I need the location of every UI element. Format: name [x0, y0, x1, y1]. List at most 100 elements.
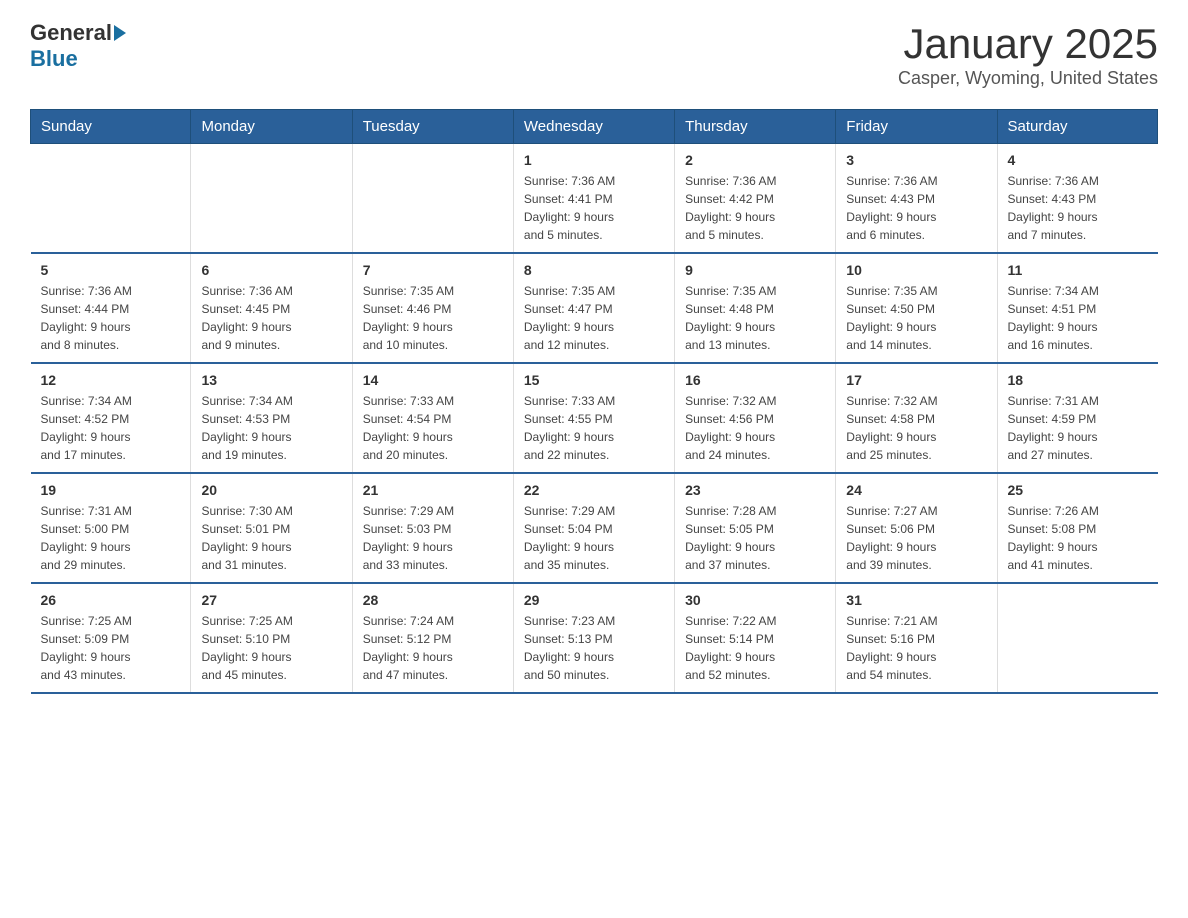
- calendar-header-row: SundayMondayTuesdayWednesdayThursdayFrid…: [31, 110, 1158, 144]
- day-info: Sunrise: 7:34 AMSunset: 4:53 PMDaylight:…: [201, 392, 341, 464]
- day-number: 27: [201, 592, 341, 608]
- day-number: 26: [41, 592, 181, 608]
- calendar-cell: 9Sunrise: 7:35 AMSunset: 4:48 PMDaylight…: [675, 253, 836, 363]
- calendar-cell: 18 Sunrise: 7:31 AMSunset: 4:59 PMDayligh…: [997, 363, 1158, 473]
- day-number: 2: [685, 152, 825, 168]
- weekday-header-wednesday: Wednesday: [513, 110, 674, 144]
- day-number: 20: [201, 482, 341, 498]
- day-info: Sunrise: 7:28 AMSunset: 5:05 PMDaylight:…: [685, 502, 825, 574]
- calendar-cell: 19 Sunrise: 7:31 AMSunset: 5:00 PMDayligh…: [31, 473, 191, 583]
- day-number: 22: [524, 482, 664, 498]
- day-info: Sunrise: 7:35 AMSunset: 4:50 PMDaylight:…: [846, 282, 986, 354]
- calendar-cell: 6Sunrise: 7:36 AMSunset: 4:45 PMDaylight…: [191, 253, 352, 363]
- day-info: Sunrise: 7:36 AMSunset: 4:43 PMDaylight:…: [1008, 172, 1148, 244]
- day-info: Sunrise: 7:23 AMSunset: 5:13 PMDaylight:…: [524, 612, 664, 684]
- calendar-subtitle: Casper, Wyoming, United States: [898, 68, 1158, 89]
- calendar-cell: [997, 583, 1158, 693]
- day-number: 10: [846, 262, 986, 278]
- calendar-cell: 23 Sunrise: 7:28 AMSunset: 5:05 PMDayligh…: [675, 473, 836, 583]
- day-info: Sunrise: 7:33 AMSunset: 4:55 PMDaylight:…: [524, 392, 664, 464]
- day-info: Sunrise: 7:29 AMSunset: 5:04 PMDaylight:…: [524, 502, 664, 574]
- logo-blue-text: Blue: [30, 46, 78, 71]
- day-number: 30: [685, 592, 825, 608]
- calendar-cell: 5Sunrise: 7:36 AMSunset: 4:44 PMDaylight…: [31, 253, 191, 363]
- calendar-cell: 7Sunrise: 7:35 AMSunset: 4:46 PMDaylight…: [352, 253, 513, 363]
- weekday-header-saturday: Saturday: [997, 110, 1158, 144]
- day-number: 4: [1008, 152, 1148, 168]
- weekday-header-thursday: Thursday: [675, 110, 836, 144]
- calendar-cell: 11Sunrise: 7:34 AMSunset: 4:51 PMDayligh…: [997, 253, 1158, 363]
- day-info: Sunrise: 7:36 AMSunset: 4:44 PMDaylight:…: [41, 282, 181, 354]
- calendar-cell: 1 Sunrise: 7:36 AMSunset: 4:41 PMDaylight…: [513, 144, 674, 254]
- day-info: Sunrise: 7:25 AMSunset: 5:09 PMDaylight:…: [41, 612, 181, 684]
- calendar-cell: 24Sunrise: 7:27 AMSunset: 5:06 PMDayligh…: [836, 473, 997, 583]
- weekday-header-tuesday: Tuesday: [352, 110, 513, 144]
- day-number: 15: [524, 372, 664, 388]
- day-info: Sunrise: 7:36 AMSunset: 4:43 PMDaylight:…: [846, 172, 986, 244]
- weekday-header-monday: Monday: [191, 110, 352, 144]
- calendar-cell: [352, 144, 513, 254]
- day-info: Sunrise: 7:22 AMSunset: 5:14 PMDaylight:…: [685, 612, 825, 684]
- day-number: 8: [524, 262, 664, 278]
- day-info: Sunrise: 7:21 AMSunset: 5:16 PMDaylight:…: [846, 612, 986, 684]
- calendar-cell: 17 Sunrise: 7:32 AMSunset: 4:58 PMDayligh…: [836, 363, 997, 473]
- calendar-cell: 14Sunrise: 7:33 AMSunset: 4:54 PMDayligh…: [352, 363, 513, 473]
- calendar-cell: 13 Sunrise: 7:34 AMSunset: 4:53 PMDayligh…: [191, 363, 352, 473]
- day-number: 3: [846, 152, 986, 168]
- day-number: 1: [524, 152, 664, 168]
- day-number: 6: [201, 262, 341, 278]
- calendar-cell: 20Sunrise: 7:30 AMSunset: 5:01 PMDayligh…: [191, 473, 352, 583]
- calendar-cell: 10 Sunrise: 7:35 AMSunset: 4:50 PMDayligh…: [836, 253, 997, 363]
- calendar-cell: 21 Sunrise: 7:29 AMSunset: 5:03 PMDayligh…: [352, 473, 513, 583]
- logo: General Blue: [30, 20, 126, 72]
- day-info: Sunrise: 7:31 AMSunset: 4:59 PMDaylight:…: [1008, 392, 1148, 464]
- day-number: 21: [363, 482, 503, 498]
- day-info: Sunrise: 7:24 AMSunset: 5:12 PMDaylight:…: [363, 612, 503, 684]
- calendar-cell: 28 Sunrise: 7:24 AMSunset: 5:12 PMDayligh…: [352, 583, 513, 693]
- day-info: Sunrise: 7:35 AMSunset: 4:46 PMDaylight:…: [363, 282, 503, 354]
- logo-arrow-icon: [114, 25, 126, 41]
- day-number: 18: [1008, 372, 1148, 388]
- day-number: 12: [41, 372, 181, 388]
- day-info: Sunrise: 7:34 AMSunset: 4:51 PMDaylight:…: [1008, 282, 1148, 354]
- calendar-cell: 27 Sunrise: 7:25 AMSunset: 5:10 PMDayligh…: [191, 583, 352, 693]
- calendar-week-row: 1 Sunrise: 7:36 AMSunset: 4:41 PMDaylight…: [31, 144, 1158, 254]
- title-section: January 2025 Casper, Wyoming, United Sta…: [898, 20, 1158, 89]
- calendar-cell: 30 Sunrise: 7:22 AMSunset: 5:14 PMDayligh…: [675, 583, 836, 693]
- day-number: 13: [201, 372, 341, 388]
- day-info: Sunrise: 7:32 AMSunset: 4:56 PMDaylight:…: [685, 392, 825, 464]
- day-info: Sunrise: 7:32 AMSunset: 4:58 PMDaylight:…: [846, 392, 986, 464]
- day-number: 28: [363, 592, 503, 608]
- day-info: Sunrise: 7:25 AMSunset: 5:10 PMDaylight:…: [201, 612, 341, 684]
- calendar-cell: [31, 144, 191, 254]
- calendar-cell: 2 Sunrise: 7:36 AMSunset: 4:42 PMDaylight…: [675, 144, 836, 254]
- calendar-cell: 4 Sunrise: 7:36 AMSunset: 4:43 PMDaylight…: [997, 144, 1158, 254]
- logo-general-text: General: [30, 20, 112, 46]
- weekday-header-friday: Friday: [836, 110, 997, 144]
- day-info: Sunrise: 7:36 AMSunset: 4:41 PMDaylight:…: [524, 172, 664, 244]
- day-info: Sunrise: 7:35 AMSunset: 4:47 PMDaylight:…: [524, 282, 664, 354]
- day-info: Sunrise: 7:34 AMSunset: 4:52 PMDaylight:…: [41, 392, 181, 464]
- day-info: Sunrise: 7:31 AMSunset: 5:00 PMDaylight:…: [41, 502, 181, 574]
- day-number: 31: [846, 592, 986, 608]
- day-info: Sunrise: 7:26 AMSunset: 5:08 PMDaylight:…: [1008, 502, 1148, 574]
- day-info: Sunrise: 7:29 AMSunset: 5:03 PMDaylight:…: [363, 502, 503, 574]
- weekday-header-sunday: Sunday: [31, 110, 191, 144]
- calendar-cell: 31 Sunrise: 7:21 AMSunset: 5:16 PMDayligh…: [836, 583, 997, 693]
- calendar-cell: 29 Sunrise: 7:23 AMSunset: 5:13 PMDayligh…: [513, 583, 674, 693]
- calendar-cell: 8 Sunrise: 7:35 AMSunset: 4:47 PMDaylight…: [513, 253, 674, 363]
- day-number: 23: [685, 482, 825, 498]
- day-info: Sunrise: 7:36 AMSunset: 4:42 PMDaylight:…: [685, 172, 825, 244]
- calendar-week-row: 19 Sunrise: 7:31 AMSunset: 5:00 PMDayligh…: [31, 473, 1158, 583]
- day-number: 17: [846, 372, 986, 388]
- day-number: 14: [363, 372, 503, 388]
- day-number: 29: [524, 592, 664, 608]
- calendar-cell: 15 Sunrise: 7:33 AMSunset: 4:55 PMDayligh…: [513, 363, 674, 473]
- calendar-week-row: 5Sunrise: 7:36 AMSunset: 4:44 PMDaylight…: [31, 253, 1158, 363]
- calendar-cell: [191, 144, 352, 254]
- calendar-cell: 16 Sunrise: 7:32 AMSunset: 4:56 PMDayligh…: [675, 363, 836, 473]
- day-number: 16: [685, 372, 825, 388]
- day-number: 19: [41, 482, 181, 498]
- calendar-cell: 22 Sunrise: 7:29 AMSunset: 5:04 PMDayligh…: [513, 473, 674, 583]
- day-info: Sunrise: 7:35 AMSunset: 4:48 PMDaylight:…: [685, 282, 825, 354]
